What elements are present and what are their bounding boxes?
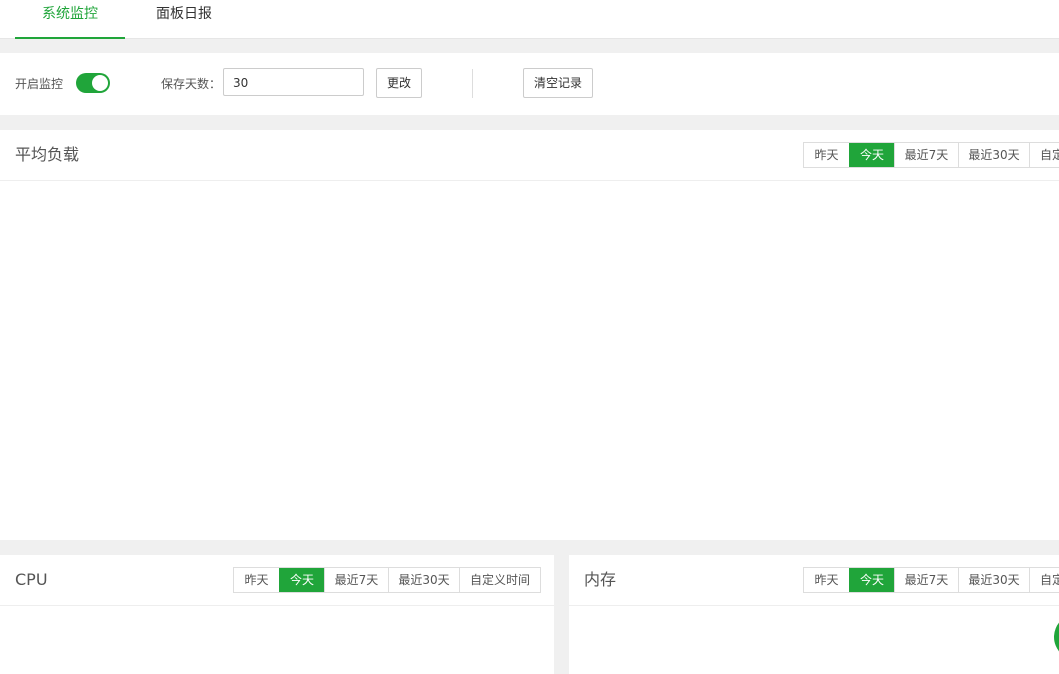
toggle-knob bbox=[92, 75, 108, 91]
range-today[interactable]: 今天 bbox=[849, 143, 894, 167]
tab-panel-daily-report[interactable]: 面板日报 bbox=[140, 0, 228, 38]
keep-days-label: 保存天数： bbox=[161, 77, 222, 91]
range-yesterday[interactable]: 昨天 bbox=[804, 143, 849, 167]
average-load-chart-area bbox=[0, 181, 1059, 540]
range-custom[interactable]: 自定义时间 bbox=[1029, 568, 1059, 592]
cpu-title: CPU bbox=[15, 570, 48, 589]
range-last-30-days[interactable]: 最近30天 bbox=[958, 143, 1029, 167]
range-today[interactable]: 今天 bbox=[279, 568, 324, 592]
cpu-panel-header: CPU 昨天 今天 最近7天 最近30天 自定义时间 bbox=[0, 555, 554, 606]
memory-time-range: 昨天 今天 最近7天 最近30天 自定义时间 bbox=[803, 567, 1059, 593]
range-last-30-days[interactable]: 最近30天 bbox=[388, 568, 459, 592]
average-load-time-range: 昨天 今天 最近7天 最近30天 自定义时间 bbox=[803, 142, 1059, 168]
range-today[interactable]: 今天 bbox=[849, 568, 894, 592]
memory-panel-header: 内存 昨天 今天 最近7天 最近30天 自定义时间 bbox=[569, 555, 1059, 606]
cpu-chart-area bbox=[0, 606, 554, 674]
range-last-7-days[interactable]: 最近7天 bbox=[894, 143, 958, 167]
range-last-7-days[interactable]: 最近7天 bbox=[324, 568, 388, 592]
range-custom[interactable]: 自定义时间 bbox=[1029, 143, 1059, 167]
memory-title: 内存 bbox=[584, 570, 617, 589]
keep-days-input[interactable]: 30 bbox=[223, 68, 364, 96]
memory-chart-area bbox=[569, 606, 1059, 674]
range-last-30-days[interactable]: 最近30天 bbox=[958, 568, 1029, 592]
average-load-panel: 平均负载 昨天 今天 最近7天 最近30天 自定义时间 bbox=[0, 130, 1059, 540]
range-yesterday[interactable]: 昨天 bbox=[804, 568, 849, 592]
enable-monitor-label: 开启监控 bbox=[15, 77, 64, 91]
settings-divider bbox=[472, 69, 473, 98]
monitor-page: 系统监控 面板日报 开启监控 保存天数： 30 更改 清空记录 平均负载 昨天 … bbox=[0, 0, 1059, 674]
average-load-panel-header: 平均负载 昨天 今天 最近7天 最近30天 自定义时间 bbox=[0, 130, 1059, 181]
top-tab-bar: 系统监控 面板日报 bbox=[0, 0, 1059, 39]
range-custom[interactable]: 自定义时间 bbox=[459, 568, 540, 592]
memory-panel: 内存 昨天 今天 最近7天 最近30天 自定义时间 bbox=[569, 555, 1059, 674]
cpu-time-range: 昨天 今天 最近7天 最近30天 自定义时间 bbox=[233, 567, 541, 593]
clear-records-button[interactable]: 清空记录 bbox=[523, 68, 593, 98]
change-days-button[interactable]: 更改 bbox=[376, 68, 422, 98]
enable-monitor-toggle[interactable] bbox=[76, 73, 110, 93]
tab-system-monitor[interactable]: 系统监控 bbox=[15, 0, 125, 39]
cpu-panel: CPU 昨天 今天 最近7天 最近30天 自定义时间 bbox=[0, 555, 554, 674]
range-last-7-days[interactable]: 最近7天 bbox=[894, 568, 958, 592]
range-yesterday[interactable]: 昨天 bbox=[234, 568, 279, 592]
average-load-title: 平均负载 bbox=[15, 145, 80, 164]
